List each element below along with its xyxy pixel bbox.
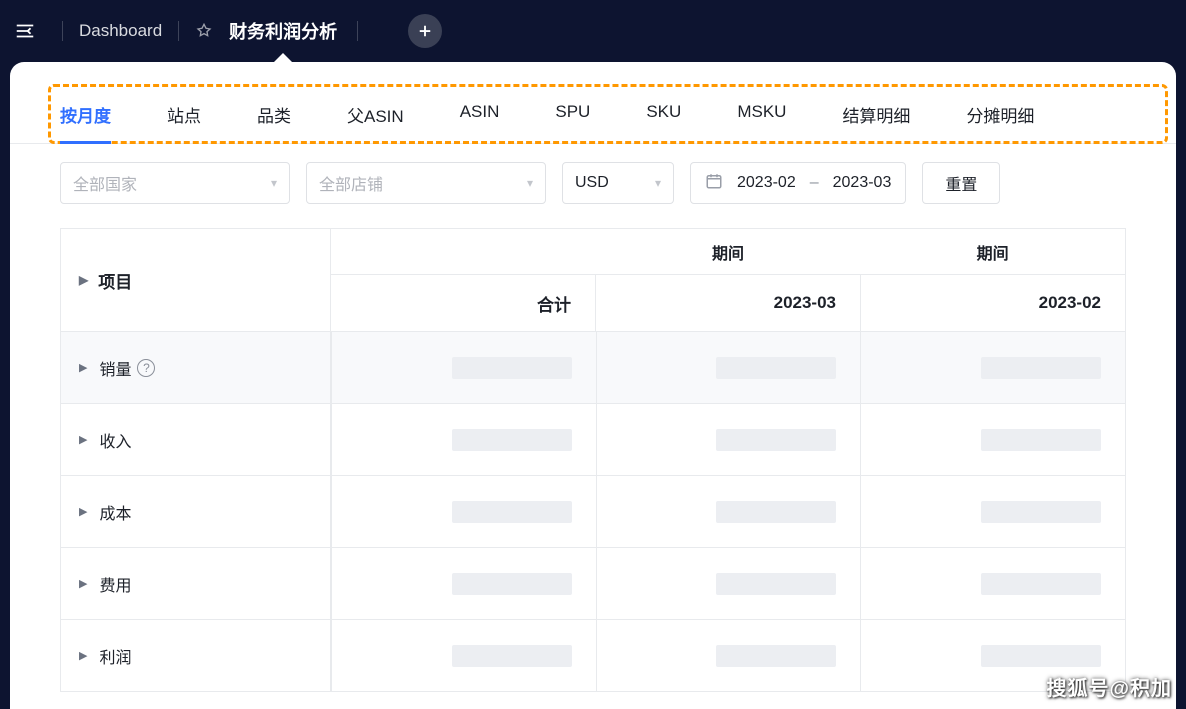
filters: 全部国家 ▾ 全部店铺 ▾ USD ▾ 2023-02 – 2023-03 重置 [10,144,1176,222]
cell [596,332,861,403]
skeleton [981,429,1101,451]
table-row: ▶ 费用 [61,548,1125,620]
row-label-cell[interactable]: ▶ 费用 [61,548,331,619]
col-total[interactable]: 合计 [331,275,595,331]
period-header: 期间 [860,229,1125,274]
menu-collapse-icon[interactable] [10,16,40,46]
table-row: ▶ 收入 [61,404,1125,476]
cell [331,476,596,547]
skeleton [981,357,1101,379]
row-label: 成本 [99,500,131,524]
page-title: 财务利润分析 [219,18,347,44]
chevron-down-icon: ▾ [271,176,277,190]
cell [331,332,596,403]
caret-right-icon: ▶ [79,361,87,374]
table-row: ▶ 销量 ? [61,332,1125,404]
skeleton [716,645,836,667]
tab-settlement-detail[interactable]: 结算明细 [842,88,910,143]
row-label: 费用 [99,572,131,596]
caret-right-icon: ▶ [79,649,87,662]
header-blank [331,229,596,274]
add-tab-button[interactable] [408,14,442,48]
skeleton [981,501,1101,523]
skeleton [716,429,836,451]
skeleton [981,645,1101,667]
store-select-value: 全部店铺 [319,171,383,195]
country-select-value: 全部国家 [73,171,137,195]
chevron-down-icon: ▾ [655,176,661,190]
tab-monthly[interactable]: 按月度 [60,88,111,143]
tab-msku[interactable]: MSKU [737,88,786,143]
store-select[interactable]: 全部店铺 ▾ [306,162,546,204]
skeleton [716,573,836,595]
col-2023-02[interactable]: 2023-02 [860,275,1125,331]
reset-button[interactable]: 重置 [922,162,1000,204]
tab-parent-asin[interactable]: 父ASIN [347,88,404,143]
cell [860,404,1125,475]
skeleton [716,501,836,523]
cell [860,332,1125,403]
skeleton [452,573,572,595]
cell [331,404,596,475]
tab-allocation-detail[interactable]: 分摊明细 [966,88,1034,143]
help-icon[interactable]: ? [137,359,155,377]
skeleton [716,357,836,379]
chevron-down-icon: ▾ [527,176,533,190]
tab-asin[interactable]: ASIN [460,88,500,143]
pin-icon[interactable] [195,22,213,40]
content: 按月度 站点 品类 父ASIN ASIN SPU SKU MSKU 结算明细 分… [10,62,1176,709]
cell [596,476,861,547]
date-range-picker[interactable]: 2023-02 – 2023-03 [690,162,906,204]
cell [596,548,861,619]
tab-site[interactable]: 站点 [167,88,201,143]
date-from: 2023-02 [737,174,796,192]
cell [860,548,1125,619]
skeleton [452,429,572,451]
cell [596,404,861,475]
row-label-cell[interactable]: ▶ 利润 [61,620,331,691]
cell [596,620,861,691]
row-header-cell[interactable]: ▶ 项目 [61,229,331,331]
currency-select[interactable]: USD ▾ [562,162,674,204]
country-select[interactable]: 全部国家 ▾ [60,162,290,204]
caret-right-icon: ▶ [79,273,88,287]
skeleton [452,357,572,379]
separator [62,21,63,41]
table-header: ▶ 项目 期间 期间 合计 2023-03 2023-02 [61,229,1125,332]
table-row: ▶ 成本 [61,476,1125,548]
watermark: 搜狐号@积加 [1046,672,1172,701]
cell [331,620,596,691]
row-label: 销量 [99,356,131,380]
skeleton [452,501,572,523]
cell [860,476,1125,547]
tab-category[interactable]: 品类 [257,88,291,143]
col-2023-03[interactable]: 2023-03 [595,275,860,331]
breadcrumb-dashboard[interactable]: Dashboard [73,21,168,41]
table-row: ▶ 利润 [61,620,1125,692]
caret-right-icon: ▶ [79,577,87,590]
row-label: 收入 [99,428,131,452]
row-label: 利润 [99,644,131,668]
calendar-icon [705,172,723,195]
tabs: 按月度 站点 品类 父ASIN ASIN SPU SKU MSKU 结算明细 分… [10,88,1176,144]
separator [357,21,358,41]
skeleton [981,573,1101,595]
tab-spu[interactable]: SPU [555,88,590,143]
cell [331,548,596,619]
period-header: 期间 [596,229,861,274]
skeleton [452,645,572,667]
row-label-cell[interactable]: ▶ 成本 [61,476,331,547]
topbar: Dashboard 财务利润分析 [0,0,1186,62]
currency-select-value: USD [575,174,609,192]
row-label-cell[interactable]: ▶ 销量 ? [61,332,331,403]
separator [178,21,179,41]
caret-right-icon: ▶ [79,505,87,518]
date-separator: – [810,174,819,192]
tab-sku[interactable]: SKU [646,88,681,143]
date-to: 2023-03 [833,174,892,192]
data-table: ▶ 项目 期间 期间 合计 2023-03 2023-02 ▶ 销量 [60,228,1126,692]
caret-right-icon: ▶ [79,433,87,446]
row-label-cell[interactable]: ▶ 收入 [61,404,331,475]
row-header-label: 项目 [98,268,132,293]
